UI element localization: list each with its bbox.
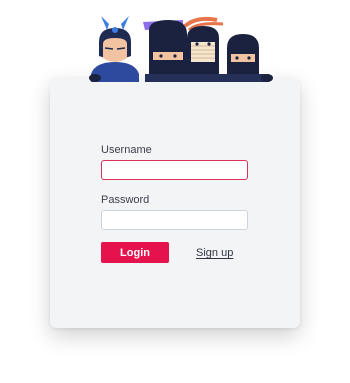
purple-ninja-mascot-icon (143, 20, 189, 82)
orange-ninja-mascot-icon (183, 16, 224, 82)
login-button[interactable]: Login (101, 242, 169, 263)
dark-ninja-mascot-icon (223, 34, 269, 82)
password-label: Password (101, 194, 150, 206)
username-input[interactable] (101, 160, 248, 180)
login-card (50, 78, 300, 328)
ninja-team-mascots-icon (89, 16, 273, 82)
signup-link[interactable]: Sign up (196, 247, 233, 259)
samurai-mascot-icon (91, 16, 139, 82)
username-label: Username (101, 144, 152, 156)
password-input[interactable] (101, 210, 248, 230)
